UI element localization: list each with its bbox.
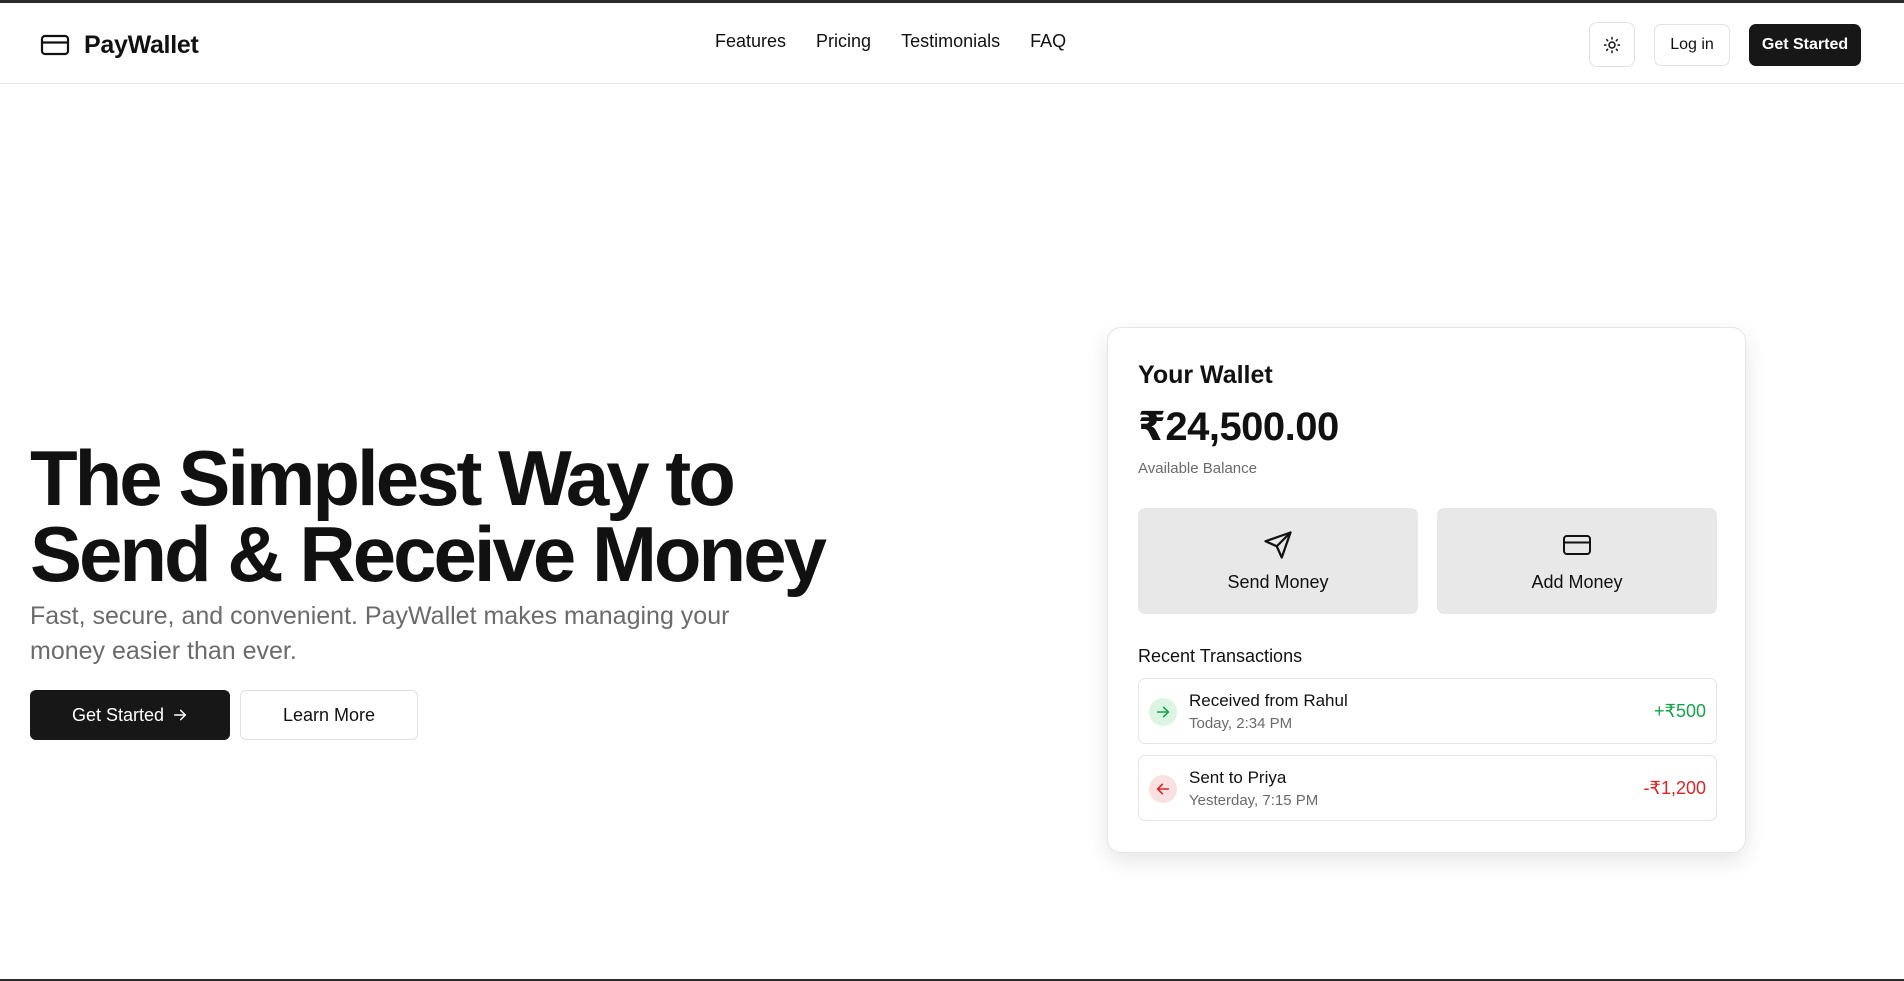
nav-link-testimonials[interactable]: Testimonials xyxy=(901,31,1000,52)
send-money-label: Send Money xyxy=(1227,571,1329,592)
hero-subtitle: Fast, secure, and convenient. PayWallet … xyxy=(30,602,730,665)
credit-card-icon xyxy=(1563,534,1591,555)
main-nav: Features Pricing Testimonials FAQ xyxy=(715,31,1066,52)
hero-get-started-button[interactable]: Get Started xyxy=(30,690,230,740)
incoming-badge xyxy=(1149,698,1177,726)
recent-transactions-heading: Recent Transactions xyxy=(1138,646,1303,666)
send-icon xyxy=(1264,530,1292,559)
outgoing-badge xyxy=(1149,775,1177,803)
wallet-balance: ₹24,500.00 xyxy=(1138,405,1339,449)
transaction-row[interactable]: Sent to Priya Yesterday, 7:15 PM -₹1,200 xyxy=(1138,755,1717,821)
hero-title: The Simplest Way to Send & Receive Money xyxy=(30,434,827,598)
page: PayWallet Features Pricing Testimonials … xyxy=(0,0,1904,981)
send-money-button[interactable]: Send Money xyxy=(1138,508,1418,614)
credit-card-icon xyxy=(40,34,70,56)
hero-actions: Get Started Learn More xyxy=(30,690,418,740)
nav-link-features[interactable]: Features xyxy=(715,31,786,52)
transaction-name: Sent to Priya xyxy=(1189,768,1287,787)
nav-link-pricing[interactable]: Pricing xyxy=(816,31,871,52)
transaction-amount: +₹500 xyxy=(1654,701,1706,721)
theme-toggle-button[interactable] xyxy=(1589,22,1635,67)
arrow-right-icon xyxy=(173,709,187,721)
add-money-label: Add Money xyxy=(1531,571,1623,592)
transaction-amount: -₹1,200 xyxy=(1643,778,1707,798)
balance-caption: Available Balance xyxy=(1138,460,1257,477)
wallet-title: Your Wallet xyxy=(1138,361,1273,389)
nav-link-faq[interactable]: FAQ xyxy=(1030,31,1066,52)
transaction-name: Received from Rahul xyxy=(1189,691,1348,710)
wallet-card: Your Wallet ₹24,500.00 Available Balance… xyxy=(1107,327,1746,853)
header-get-started-button[interactable]: Get Started xyxy=(1749,24,1861,66)
transaction-row[interactable]: Received from Rahul Today, 2:34 PM +₹500 xyxy=(1138,678,1717,744)
transaction-time: Yesterday, 7:15 PM xyxy=(1189,792,1319,809)
learn-more-button[interactable]: Learn More xyxy=(240,690,418,740)
hero-get-started-label: Get Started xyxy=(71,704,165,725)
brand-logo[interactable]: PayWallet xyxy=(40,27,199,63)
transaction-time: Today, 2:34 PM xyxy=(1189,715,1293,732)
top-nav-bar: PayWallet Features Pricing Testimonials … xyxy=(0,3,1904,84)
brand-name: PayWallet xyxy=(84,30,199,59)
add-money-button[interactable]: Add Money xyxy=(1437,508,1717,614)
login-button[interactable]: Log in xyxy=(1654,24,1730,66)
arrow-left-icon xyxy=(1156,783,1170,795)
arrow-right-icon xyxy=(1156,706,1170,718)
sun-icon xyxy=(1603,36,1621,53)
